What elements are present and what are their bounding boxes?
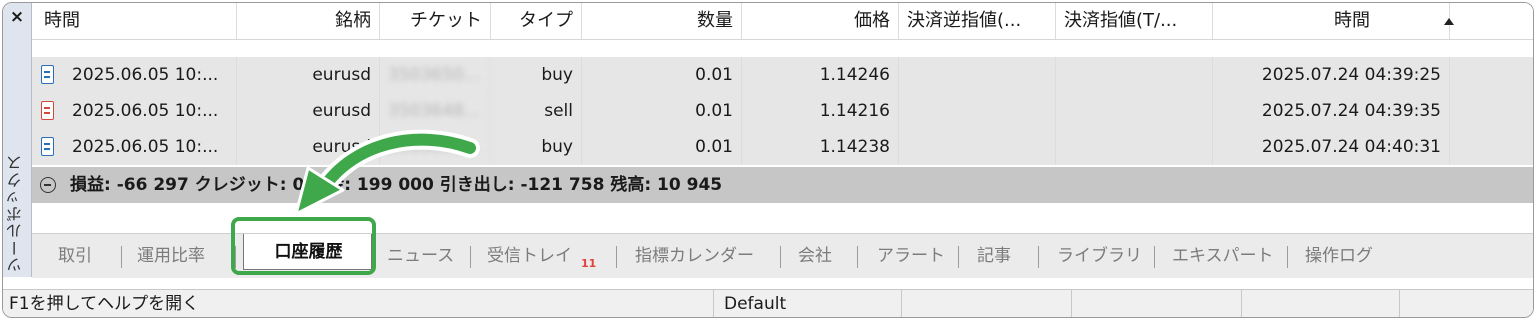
- price-cell: 1.14246: [742, 57, 899, 93]
- symbol-cell: eurusd: [237, 129, 380, 165]
- status-cell: [1400, 290, 1533, 317]
- table-header: 時間 銘柄 チケット タイプ 数量 価格 決済逆指値(... 決済指値(T/..…: [32, 3, 1533, 40]
- close-icon[interactable]: ×: [7, 7, 27, 27]
- column-header-ticket[interactable]: チケット: [380, 3, 491, 39]
- column-header-price[interactable]: 価格: [742, 3, 899, 39]
- toolbox-side-strip: × ツールボックス: [3, 3, 32, 277]
- buy-order-icon: [41, 137, 54, 156]
- status-profile[interactable]: Default: [714, 290, 902, 317]
- tab-separator: [857, 246, 858, 268]
- open-time-cell: 2025.06.05 10:...: [32, 129, 237, 165]
- summary-row[interactable]: 損益: -66 297 クレジット: 0 入金: 199 000 引き出し: -…: [32, 167, 1533, 203]
- tab-separator: [470, 246, 471, 268]
- type-cell: buy: [491, 129, 582, 165]
- status-cell: [1242, 290, 1400, 317]
- table-row[interactable]: 2025.06.05 10:... eurusd 3503650... buy …: [32, 57, 1533, 94]
- tab-articles[interactable]: 記事: [977, 240, 1011, 272]
- status-cell: [1072, 290, 1242, 317]
- price-cell: 1.14216: [742, 93, 899, 129]
- ticket-cell: 3503648...: [380, 93, 491, 129]
- open-time-cell: 2025.06.05 10:...: [32, 57, 237, 93]
- tab-separator: [780, 246, 781, 268]
- tab-experts[interactable]: エキスパート: [1172, 240, 1274, 272]
- tab-news[interactable]: ニュース: [387, 240, 454, 272]
- tab-separator: [1038, 246, 1039, 268]
- time-cell: 2025.07.24 04:40:31: [1213, 129, 1450, 165]
- symbol-cell: eurusd: [237, 57, 380, 93]
- tab-exposure[interactable]: 運用比率: [137, 240, 205, 272]
- tab-alerts[interactable]: アラート: [877, 240, 945, 272]
- tab-calendar[interactable]: 指標カレンダー: [635, 240, 754, 272]
- tab-company[interactable]: 会社: [798, 240, 832, 272]
- take-profit-cell: [1056, 129, 1213, 165]
- take-profit-cell: [1056, 57, 1213, 93]
- stop-loss-cell: [899, 93, 1056, 129]
- column-header-open-time[interactable]: 時間: [32, 3, 237, 39]
- ticket-cell: 3503650...: [380, 57, 491, 93]
- type-cell: buy: [491, 57, 582, 93]
- tab-trade[interactable]: 取引: [58, 240, 92, 272]
- ticket-cell: 3503651...: [380, 129, 491, 165]
- time-cell: 2025.07.24 04:39:25: [1213, 57, 1450, 93]
- column-header-filler: [1450, 3, 1533, 39]
- highlight-box: [231, 217, 376, 275]
- volume-cell: 0.01: [582, 129, 742, 165]
- filler-cell: [1450, 57, 1533, 93]
- tab-code-base[interactable]: ライブラリ: [1057, 240, 1142, 272]
- table-row[interactable]: 2025.06.05 10:... eurusd 3503651... buy …: [32, 129, 1533, 166]
- tab-separator: [121, 246, 122, 268]
- column-header-stop-loss[interactable]: 決済逆指値(...: [899, 3, 1056, 39]
- column-header-time[interactable]: 時間: [1213, 3, 1450, 39]
- volume-cell: 0.01: [582, 57, 742, 93]
- column-header-symbol[interactable]: 銘柄: [237, 3, 380, 39]
- time-cell: 2025.07.24 04:39:35: [1213, 93, 1450, 129]
- tab-separator: [616, 246, 617, 268]
- tab-journal[interactable]: 操作ログ: [1305, 240, 1373, 272]
- sell-order-icon: [41, 101, 54, 120]
- tab-separator: [958, 246, 959, 268]
- symbol-cell: eurusd: [237, 93, 380, 129]
- price-cell: 1.14238: [742, 129, 899, 165]
- buy-order-icon: [41, 65, 54, 84]
- column-header-take-profit[interactable]: 決済指値(T/...: [1056, 3, 1213, 39]
- column-header-volume[interactable]: 数量: [582, 3, 742, 39]
- tab-mailbox[interactable]: 受信トレイ: [487, 240, 572, 272]
- filler-cell: [1450, 129, 1533, 165]
- take-profit-cell: [1056, 93, 1213, 129]
- status-help-text: F1を押してヘルプを開く: [3, 290, 714, 317]
- collapse-icon[interactable]: [40, 177, 56, 193]
- type-cell: sell: [491, 93, 582, 129]
- open-time-text: 2025.06.05 10:...: [72, 65, 219, 85]
- volume-cell: 0.01: [582, 93, 742, 129]
- stop-loss-cell: [899, 57, 1056, 93]
- tab-separator: [1287, 246, 1288, 268]
- mailbox-count-badge: 11: [581, 257, 597, 270]
- account-summary: 損益: -66 297 クレジット: 0 入金: 199 000 引き出し: -…: [70, 175, 723, 195]
- open-time-text: 2025.06.05 10:...: [72, 101, 219, 121]
- table-row[interactable]: 2025.06.05 10:... eurusd 3503648... sell…: [32, 93, 1533, 130]
- status-cell: [902, 290, 1072, 317]
- open-time-cell: 2025.06.05 10:...: [32, 93, 237, 129]
- stop-loss-cell: [899, 129, 1056, 165]
- status-bar: F1を押してヘルプを開く Default: [3, 289, 1533, 317]
- tab-separator: [1154, 246, 1155, 268]
- toolbox-title: ツールボックス: [6, 154, 25, 274]
- column-header-type[interactable]: タイプ: [491, 3, 582, 39]
- open-time-text: 2025.06.05 10:...: [72, 137, 219, 157]
- filler-cell: [1450, 93, 1533, 129]
